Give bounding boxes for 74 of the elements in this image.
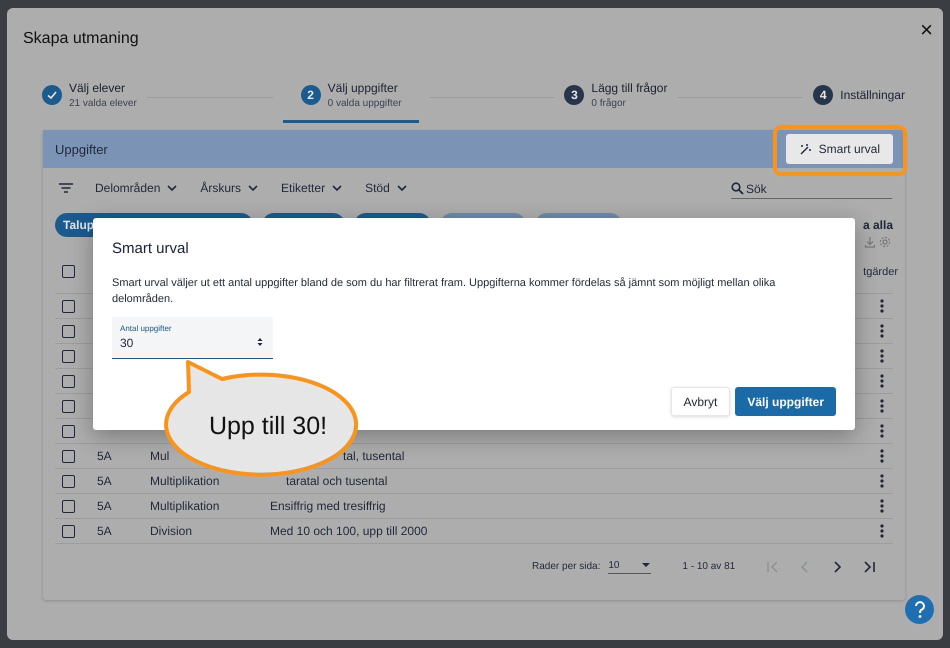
step-label: Välj uppgifter bbox=[328, 81, 399, 95]
more-icon[interactable] bbox=[880, 524, 884, 538]
rows-per-page-label: Rader per sida: bbox=[532, 561, 600, 572]
more-icon[interactable] bbox=[880, 474, 884, 488]
row-checkbox[interactable] bbox=[62, 324, 75, 338]
table-cell-text: 5A bbox=[96, 499, 113, 513]
table-cell-text: taratal och tusental bbox=[285, 474, 388, 488]
dialog-title: Skapa utmaning bbox=[23, 30, 139, 48]
more-icon[interactable] bbox=[880, 424, 884, 438]
filter-icon[interactable] bbox=[58, 182, 74, 194]
check-icon bbox=[42, 85, 62, 105]
caret-icon bbox=[641, 562, 652, 568]
more-icon[interactable] bbox=[880, 349, 884, 363]
step-tab[interactable]: 4 Inställningar bbox=[813, 72, 905, 123]
row-checkbox[interactable] bbox=[62, 524, 75, 538]
row-checkbox[interactable] bbox=[62, 374, 75, 388]
step-tab[interactable]: 3 Lägg till frågor 0 frågor bbox=[564, 72, 668, 123]
step-label: Inställningar bbox=[840, 88, 905, 102]
filter-dropdown[interactable]: Årskurs bbox=[200, 181, 260, 195]
step-number: 3 bbox=[564, 85, 584, 105]
table-cell-text: 5A bbox=[96, 474, 113, 488]
search-icon bbox=[731, 182, 744, 195]
more-icon[interactable] bbox=[880, 324, 884, 338]
smart-selection-button[interactable]: Smart urval bbox=[786, 134, 893, 164]
page-range: 1 - 10 av 81 bbox=[682, 561, 736, 572]
table-cell-text: Multiplikation bbox=[150, 474, 220, 488]
filter-dropdown[interactable]: Stöd bbox=[365, 181, 408, 195]
table-cell-text: Ensiffrig med tresiffrig bbox=[270, 499, 387, 513]
spinner-icon[interactable] bbox=[257, 337, 263, 347]
row-checkbox[interactable] bbox=[62, 400, 75, 412]
clear-all-link[interactable]: a alla bbox=[862, 218, 893, 232]
filter-dropdown[interactable]: Etiketter bbox=[281, 181, 344, 195]
search-field[interactable]: Sök bbox=[731, 182, 892, 198]
close-button[interactable]: × bbox=[920, 22, 933, 38]
table-cell-text: Multiplikation bbox=[150, 499, 220, 513]
panel-title: Uppgifter bbox=[55, 142, 108, 156]
modal-title: Smart urval bbox=[112, 240, 190, 257]
step-tab[interactable]: Välj elever 21 valda elever bbox=[42, 72, 137, 123]
table-cell-text: Med 10 och 100, upp till 2000 bbox=[270, 524, 428, 538]
table-cell-text: 5A bbox=[96, 524, 113, 538]
number-field[interactable]: Antal uppgifter 30 bbox=[112, 317, 273, 359]
question-mark-icon bbox=[912, 600, 926, 618]
column-header: tgärder bbox=[863, 266, 898, 278]
select-tasks-button[interactable]: Välj uppgifter bbox=[735, 387, 836, 416]
step-number: 4 bbox=[813, 85, 834, 105]
step-sublabel: 0 valda uppgifter bbox=[328, 98, 402, 109]
row-checkbox[interactable] bbox=[62, 424, 75, 438]
step-sublabel: 0 frågor bbox=[591, 98, 627, 109]
row-checkbox[interactable] bbox=[62, 300, 75, 312]
modal-description: Smart urval väljer ut ett antal uppgifter bland de som du har filtrerat fram. Uppgifterna kommer fördelas så jämnt som möjligt mellan olika delområden. bbox=[112, 276, 776, 307]
more-icon[interactable] bbox=[880, 399, 884, 413]
table-cell-text: 5A bbox=[96, 449, 113, 463]
cancel-button[interactable]: Avbryt bbox=[670, 387, 730, 416]
row-checkbox[interactable] bbox=[62, 450, 75, 462]
step-label: Välj elever bbox=[69, 81, 126, 95]
more-icon[interactable] bbox=[880, 374, 884, 388]
row-checkbox[interactable] bbox=[62, 500, 75, 512]
select-all-checkbox[interactable] bbox=[62, 265, 75, 278]
table-cell-text: Mul bbox=[150, 449, 170, 463]
more-icon[interactable] bbox=[880, 449, 884, 463]
more-icon[interactable] bbox=[880, 499, 884, 513]
step-sublabel: 21 valda elever bbox=[69, 98, 137, 109]
row-checkbox[interactable] bbox=[62, 474, 75, 488]
callout-text: Upp till 30! bbox=[208, 412, 328, 441]
magic-wand-icon bbox=[798, 142, 812, 156]
step-tab[interactable]: 2 Välj uppgifter 0 valda uppgifter bbox=[282, 72, 419, 123]
row-checkbox[interactable] bbox=[62, 350, 75, 362]
step-label: Lägg till frågor bbox=[591, 81, 668, 95]
more-icon[interactable] bbox=[880, 299, 884, 313]
filter-dropdown[interactable]: Delområden bbox=[95, 181, 178, 195]
rows-per-page-select[interactable]: 10 bbox=[608, 560, 652, 574]
table-cell-text: Division bbox=[150, 524, 194, 538]
table-cell-text: tal, tusental bbox=[342, 449, 406, 463]
step-number: 2 bbox=[300, 85, 321, 105]
